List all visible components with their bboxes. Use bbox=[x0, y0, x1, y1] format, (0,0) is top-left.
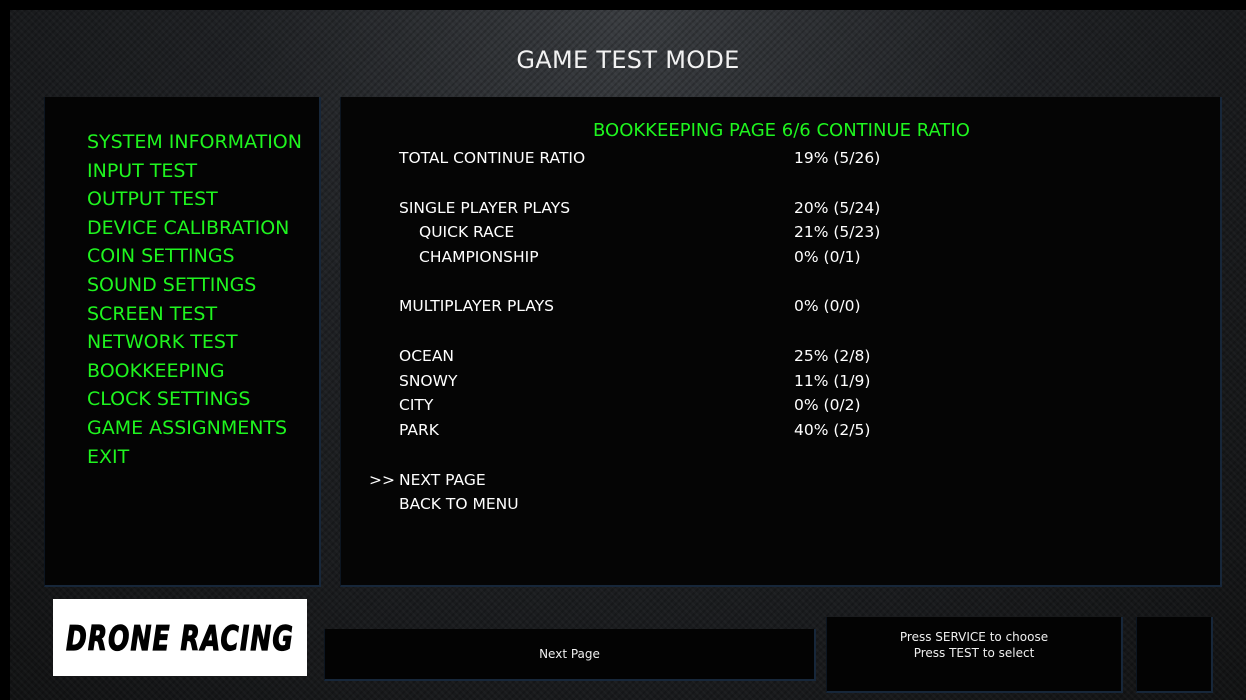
stat-value-total-continue-ratio: 19% (5/26) bbox=[794, 149, 881, 167]
menu-item-device-calibration[interactable]: DEVICE CALIBRATION bbox=[87, 214, 302, 243]
test-mode-screen: GAME TEST MODE SYSTEM INFORMATION INPUT … bbox=[10, 10, 1246, 700]
empty-status-box bbox=[1136, 617, 1213, 693]
test-menu: SYSTEM INFORMATION INPUT TEST OUTPUT TES… bbox=[87, 128, 302, 471]
stat-value-championship: 0% (0/1) bbox=[794, 248, 861, 266]
menu-item-input-test[interactable]: INPUT TEST bbox=[87, 157, 302, 186]
stat-label-city: CITY bbox=[399, 396, 434, 414]
stat-label-championship: CHAMPIONSHIP bbox=[419, 248, 539, 266]
test-help-text: Press TEST to select bbox=[913, 646, 1035, 660]
bookkeeping-panel: BOOKKEEPING PAGE 6/6 CONTINUE RATIO TOTA… bbox=[340, 97, 1222, 587]
menu-item-system-information[interactable]: SYSTEM INFORMATION bbox=[87, 128, 302, 157]
next-page-hint-box: Next Page bbox=[324, 629, 816, 681]
menu-item-clock-settings[interactable]: CLOCK SETTINGS bbox=[87, 385, 302, 414]
stat-value-single-player-plays: 20% (5/24) bbox=[794, 199, 881, 217]
back-to-menu-option[interactable]: BACK TO MENU bbox=[399, 495, 519, 513]
menu-item-screen-test[interactable]: SCREEN TEST bbox=[87, 300, 302, 329]
stat-label-multiplayer-plays: MULTIPLAYER PLAYS bbox=[399, 297, 554, 315]
menu-item-exit[interactable]: EXIT bbox=[87, 443, 302, 472]
stat-value-city: 0% (0/2) bbox=[794, 396, 861, 414]
svg-text:DRONE RACING: DRONE RACING bbox=[66, 619, 294, 659]
stat-value-multiplayer-plays: 0% (0/0) bbox=[794, 297, 861, 315]
stat-value-park: 40% (2/5) bbox=[794, 421, 871, 439]
menu-item-game-assignments[interactable]: GAME ASSIGNMENTS bbox=[87, 414, 302, 443]
bookkeeping-heading: BOOKKEEPING PAGE 6/6 CONTINUE RATIO bbox=[593, 120, 970, 141]
stat-value-quick-race: 21% (5/23) bbox=[794, 223, 881, 241]
menu-panel: SYSTEM INFORMATION INPUT TEST OUTPUT TES… bbox=[44, 97, 321, 587]
menu-item-sound-settings[interactable]: SOUND SETTINGS bbox=[87, 271, 302, 300]
page-title: GAME TEST MODE bbox=[516, 46, 740, 74]
stat-label-quick-race: QUICK RACE bbox=[419, 223, 515, 241]
stat-value-snowy: 11% (1/9) bbox=[794, 372, 871, 390]
menu-item-bookkeeping[interactable]: BOOKKEEPING bbox=[87, 357, 302, 386]
stat-label-snowy: SNOWY bbox=[399, 372, 458, 390]
controls-help-box: Press SERVICE to choose Press TEST to se… bbox=[826, 617, 1123, 693]
next-page-option[interactable]: NEXT PAGE bbox=[399, 471, 486, 489]
menu-item-coin-settings[interactable]: COIN SETTINGS bbox=[87, 242, 302, 271]
drone-racing-logo: DRONE RACING bbox=[53, 599, 307, 676]
menu-item-network-test[interactable]: NETWORK TEST bbox=[87, 328, 302, 357]
stat-value-ocean: 25% (2/8) bbox=[794, 347, 871, 365]
selection-cursor: >> bbox=[369, 471, 395, 489]
stat-label-total-continue-ratio: TOTAL CONTINUE RATIO bbox=[399, 149, 586, 167]
next-page-hint: Next Page bbox=[539, 647, 600, 661]
stat-label-ocean: OCEAN bbox=[399, 347, 455, 365]
service-help-text: Press SERVICE to choose bbox=[899, 630, 1049, 644]
stat-label-park: PARK bbox=[399, 421, 439, 439]
stat-label-single-player-plays: SINGLE PLAYER PLAYS bbox=[399, 199, 571, 217]
menu-item-output-test[interactable]: OUTPUT TEST bbox=[87, 185, 302, 214]
drone-racing-logo-wordmark: DRONE RACING bbox=[65, 618, 294, 659]
